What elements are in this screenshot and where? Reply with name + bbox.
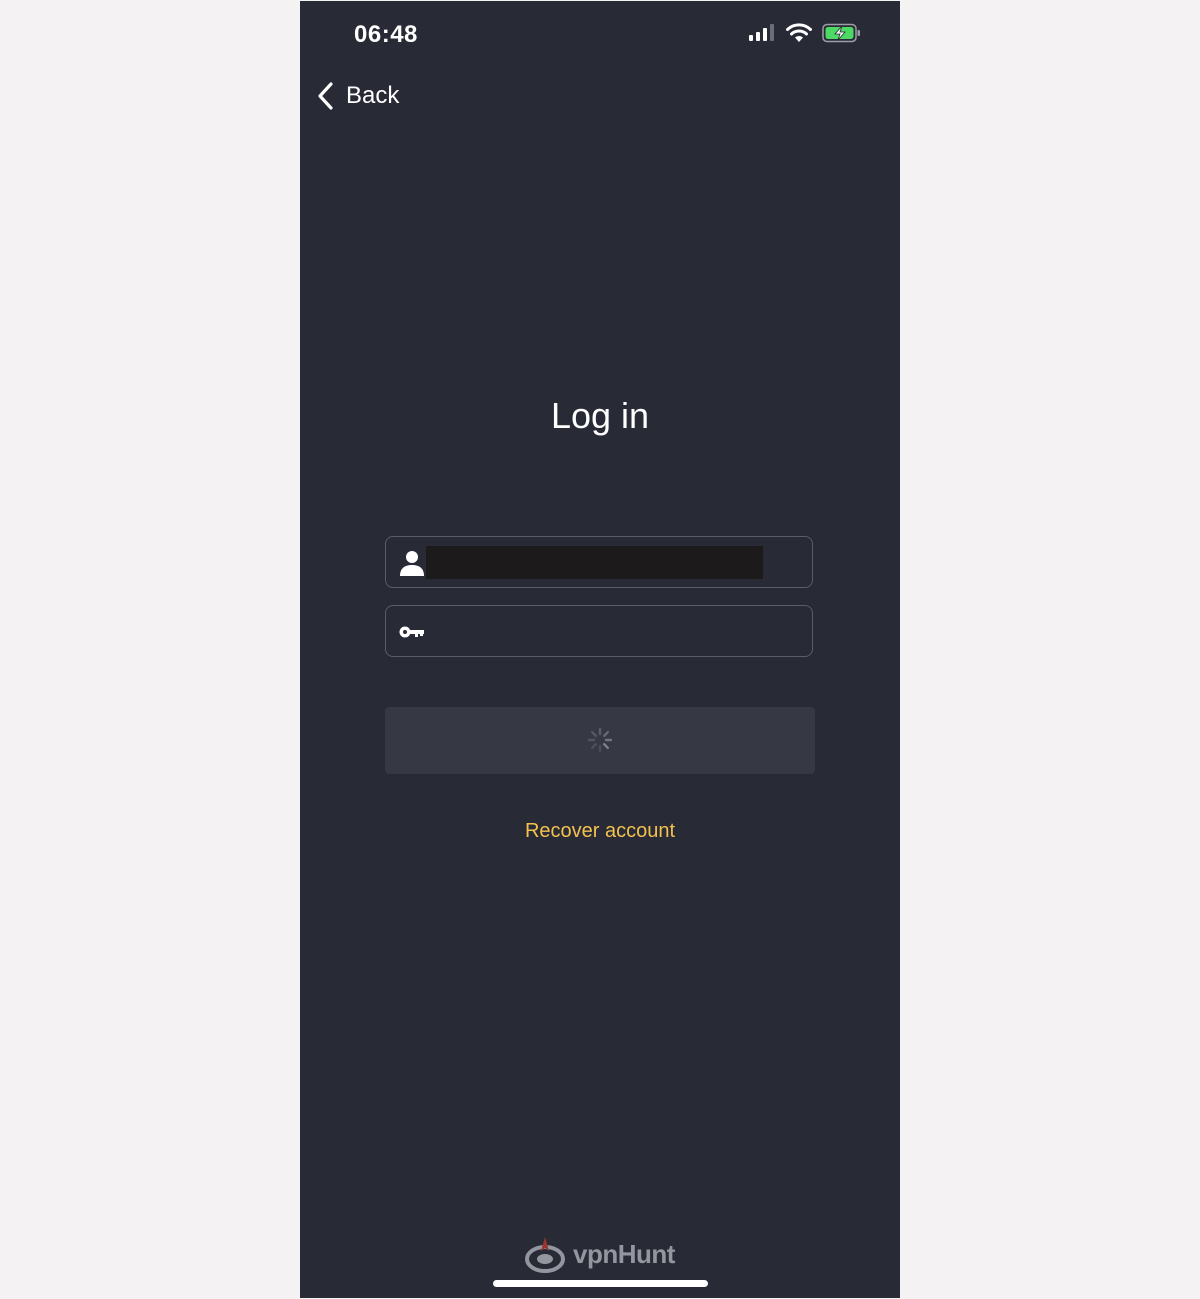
username-field[interactable] [385,536,813,588]
spinner-icon [587,727,613,753]
password-input[interactable] [426,614,762,648]
signal-icon [749,24,774,41]
wifi-icon [786,23,812,42]
redacted-username [426,546,763,579]
status-icons [748,23,862,43]
status-time: 06:48 [354,21,418,48]
recover-account-link[interactable]: Recover account [300,820,900,843]
key-icon [399,626,424,638]
password-field[interactable] [385,605,813,657]
login-button[interactable] [385,707,815,774]
page-title: Log in [550,395,650,436]
battery-charging-icon [822,23,860,43]
chevron-left-icon [318,82,333,110]
user-icon [400,551,424,576]
home-indicator[interactable] [493,1280,708,1287]
back-button[interactable]: Back [316,81,399,111]
back-label: Back [346,82,400,109]
phone-screen: 06:48 Back Log in Recover account vpnHun… [300,1,900,1298]
vpnhunt-logo-icon [525,1237,565,1273]
vpnhunt-watermark: vpnHunt [525,1235,675,1273]
